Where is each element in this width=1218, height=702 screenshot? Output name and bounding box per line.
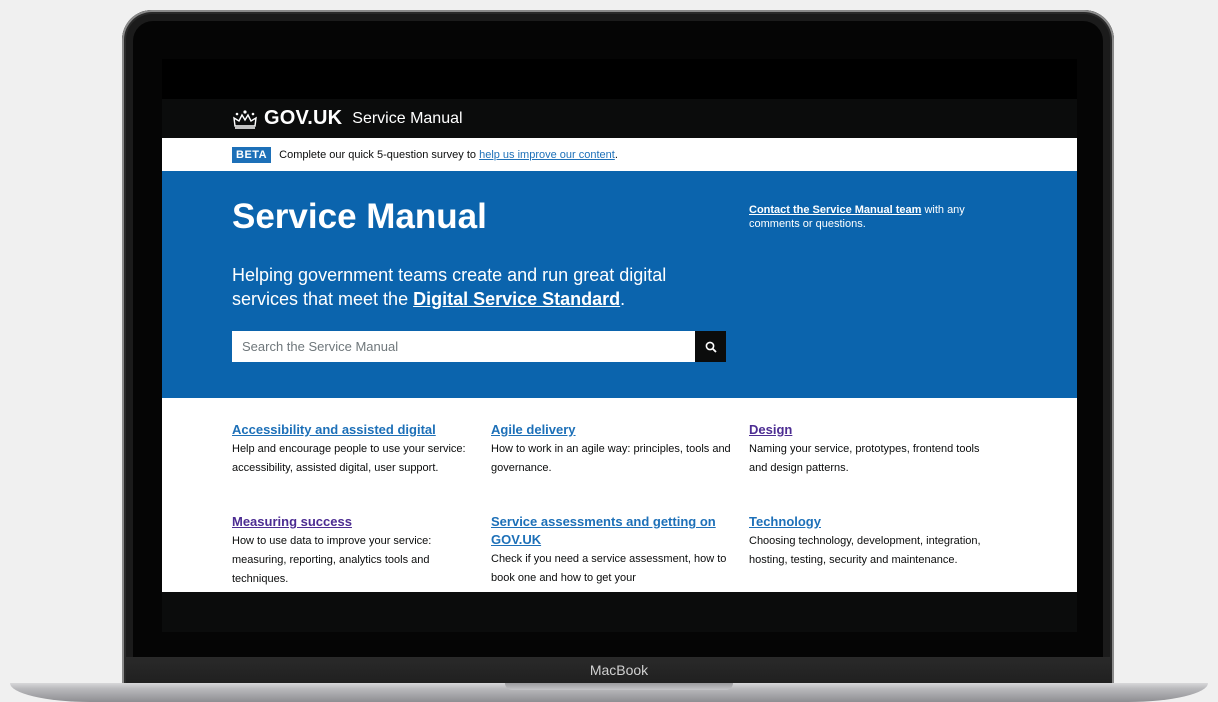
survey-link[interactable]: help us improve our content <box>479 149 615 161</box>
topic-item: Accessibility and assisted digital Help … <box>232 421 472 478</box>
topic-item: Design Naming your service, prototypes, … <box>749 421 989 478</box>
topic-link-accessibility[interactable]: Accessibility and assisted digital <box>232 421 472 439</box>
govuk-header: GOV.UK Service Manual <box>162 99 1077 138</box>
screen-top-bar <box>162 59 1077 99</box>
topic-description: Check if you need a service assessment, … <box>491 553 727 584</box>
service-name-link[interactable]: Service Manual <box>352 110 462 128</box>
topic-description: Choosing technology, development, integr… <box>749 535 981 566</box>
search-button[interactable] <box>695 331 726 362</box>
device-label: MacBook <box>589 662 649 678</box>
topic-item: Agile delivery How to work in an agile w… <box>491 421 731 478</box>
topic-item: Service assessments and getting on GOV.U… <box>491 513 731 588</box>
browser-screen: GOV.UK Service Manual BETA Complete our … <box>162 59 1077 632</box>
topics-section: Accessibility and assisted digital Help … <box>162 398 1077 592</box>
contact-note: Contact the Service Manual team with any… <box>749 203 989 231</box>
beta-text: Complete our quick 5-question survey to … <box>279 149 618 161</box>
topic-link-service-assessments[interactable]: Service assessments and getting on GOV.U… <box>491 513 731 549</box>
beta-tag: BETA <box>232 146 272 163</box>
topic-link-measuring-success[interactable]: Measuring success <box>232 513 472 531</box>
hero-banner: Service Manual Helping government teams … <box>162 171 1077 398</box>
topic-description: How to use data to improve your service:… <box>232 535 432 585</box>
beta-suffix: . <box>614 148 618 161</box>
topic-item: Measuring success How to use data to imp… <box>232 513 472 589</box>
topic-description: How to work in an agile way: principles,… <box>491 443 731 474</box>
laptop-chin: MacBook <box>126 657 1112 685</box>
govuk-logo[interactable]: GOV.UK <box>264 107 342 130</box>
search-input[interactable] <box>232 331 695 362</box>
hero-subtitle: Helping government teams create and run … <box>232 263 712 311</box>
beta-banner: BETA Complete our quick 5-question surve… <box>162 138 1077 171</box>
page-title: Service Manual <box>232 197 487 236</box>
beta-prompt: Complete our quick 5-question survey to <box>279 148 480 161</box>
laptop-notch <box>505 683 733 690</box>
screen-bottom-bar <box>162 592 1077 632</box>
topic-item: Technology Choosing technology, developm… <box>749 513 989 570</box>
topic-description: Help and encourage people to use your se… <box>232 443 466 474</box>
topic-link-technology[interactable]: Technology <box>749 513 989 531</box>
hero-subtitle-suffix: . <box>620 289 626 309</box>
search-icon <box>705 341 717 353</box>
crown-icon <box>233 109 257 129</box>
topic-link-design[interactable]: Design <box>749 421 989 439</box>
digital-service-standard-link[interactable]: Digital Service Standard <box>413 289 620 309</box>
topic-description: Naming your service, prototypes, fronten… <box>749 443 980 474</box>
contact-team-link[interactable]: Contact the Service Manual team <box>749 204 921 216</box>
topic-link-agile-delivery[interactable]: Agile delivery <box>491 421 731 439</box>
